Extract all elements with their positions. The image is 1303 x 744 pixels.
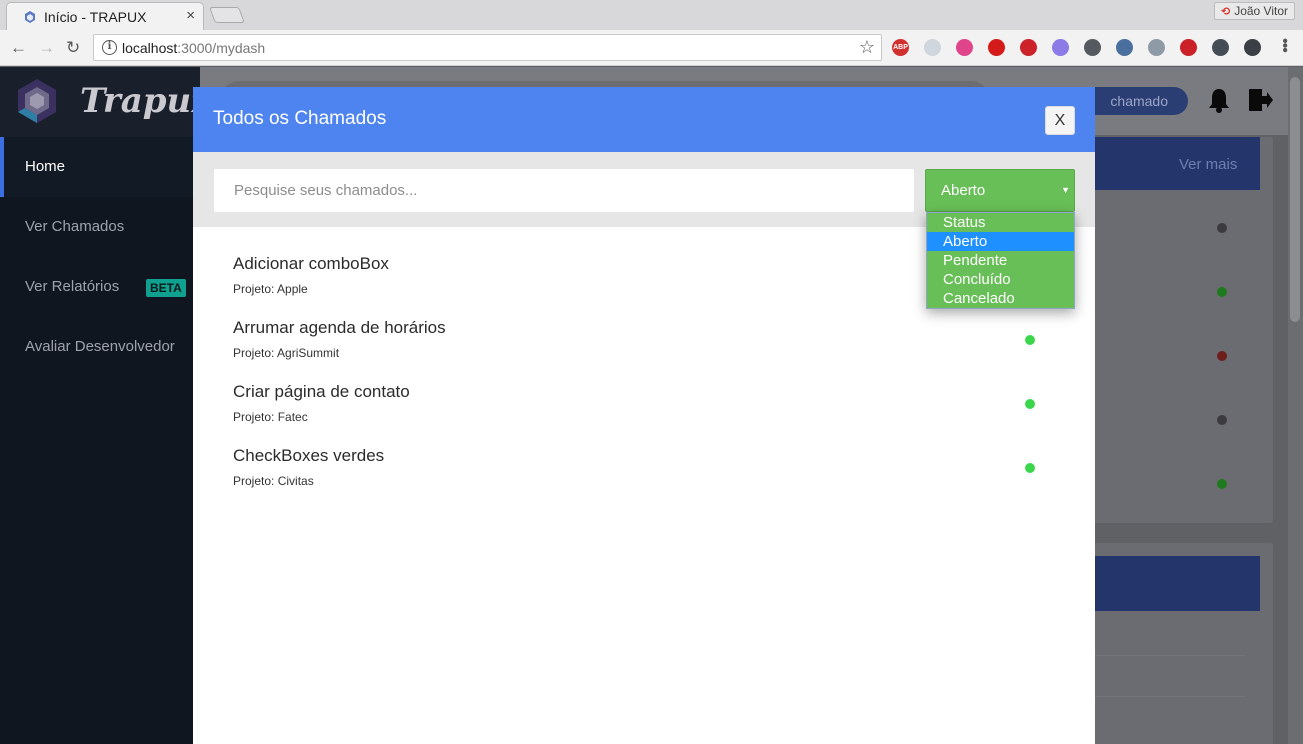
sidebar-item-ver-relatorios[interactable]: Ver Relatórios BETA <box>0 257 200 317</box>
eyedropper-icon[interactable] <box>1116 39 1133 56</box>
ticket-status-dot <box>1025 399 1035 409</box>
ticket-row[interactable]: Arrumar agenda de horários Projeto: AgriS… <box>233 318 1053 368</box>
new-tab-button[interactable] <box>209 7 245 23</box>
browser-toolbar: ← → ↻ i localhost:3000/mydash ☆ ABP ••• <box>0 30 1303 66</box>
status-option[interactable]: Status <box>927 213 1074 232</box>
bug-icon[interactable] <box>1212 39 1229 56</box>
all-tickets-modal: Todos os Chamados X Aberto ▼ Adicionar c… <box>193 87 1095 744</box>
status-filter-select[interactable]: Aberto ▼ <box>925 169 1075 212</box>
ticket-row[interactable]: CheckBoxes verdes Projeto: Civitas <box>233 446 1053 496</box>
reload-icon[interactable]: ↻ <box>66 38 80 58</box>
ticket-title: CheckBoxes verdes <box>233 446 385 465</box>
pocket-icon[interactable] <box>1084 39 1101 56</box>
status-dot <box>1217 415 1227 425</box>
profile-icon: ⟲ <box>1220 5 1231 18</box>
select-caret-icon: ▼ <box>1061 185 1070 195</box>
sidebar-item-avaliar-desenvolvedor[interactable]: Avaliar Desenvolvedor <box>0 317 200 377</box>
site-info-icon[interactable]: i <box>102 40 117 55</box>
sidebar-header: Trapux <box>0 67 212 137</box>
profile-button[interactable]: ⟲ João Vitor <box>1213 2 1295 20</box>
lastpass-icon[interactable] <box>1020 39 1037 56</box>
divider <box>1095 655 1245 656</box>
sidebar-item-home[interactable]: Home <box>0 137 200 197</box>
status-dot <box>1217 223 1227 233</box>
ticket-search-input[interactable] <box>214 169 914 212</box>
notification-bell-icon[interactable] <box>1208 87 1230 113</box>
status-select-value: Aberto <box>941 182 986 199</box>
recent-tickets-card <box>1085 137 1273 523</box>
logout-icon[interactable] <box>1247 87 1273 113</box>
sidebar-item-label: Avaliar Desenvolvedor <box>25 338 175 355</box>
second-card-header <box>1085 556 1260 611</box>
status-dropdown-list: Status Aberto Pendente Concluído Cancelado <box>926 212 1075 309</box>
ticket-status-dot <box>1025 335 1035 345</box>
status-dot <box>1217 287 1227 297</box>
ticket-project: Projeto: Fatec <box>233 410 308 424</box>
ver-mais-link[interactable]: Ver mais <box>1179 156 1237 173</box>
adblock-icon[interactable]: ABP <box>892 39 909 56</box>
bookmark-star-icon[interactable]: ☆ <box>859 37 875 58</box>
trapux-favicon-icon <box>25 11 35 23</box>
clipboard-icon[interactable] <box>1052 39 1069 56</box>
status-option[interactable]: Cancelado <box>927 289 1074 308</box>
divider <box>1095 696 1245 697</box>
status-dot <box>1217 479 1227 489</box>
url-text: localhost:3000/mydash <box>122 40 266 56</box>
ticket-title: Arrumar agenda de horários <box>233 318 446 337</box>
page-scrollbar-thumb[interactable] <box>1290 77 1300 322</box>
ticket-project: Projeto: Civitas <box>233 474 314 488</box>
forward-arrow-icon[interactable]: → <box>38 38 55 58</box>
status-option[interactable]: Aberto <box>927 232 1074 251</box>
status-option[interactable]: Concluído <box>927 270 1074 289</box>
ticket-title: Adicionar comboBox <box>233 254 389 273</box>
ticket-status-dot <box>1025 463 1035 473</box>
ticket-title: Criar página de contato <box>233 382 410 401</box>
color-wheel-icon[interactable] <box>956 39 973 56</box>
sidebar-item-label: Ver Chamados <box>25 218 125 235</box>
close-modal-button[interactable]: X <box>1045 106 1075 135</box>
beta-badge: BETA <box>146 279 186 297</box>
back-arrow-icon[interactable]: ← <box>10 38 27 58</box>
opera-icon[interactable] <box>988 39 1005 56</box>
address-bar[interactable]: i localhost:3000/mydash ☆ <box>93 34 882 61</box>
download-icon[interactable] <box>1148 39 1165 56</box>
ticket-row[interactable]: Criar página de contato Projeto: Fatec <box>233 382 1053 432</box>
browser-tab[interactable]: Início - TRAPUX × <box>6 2 204 30</box>
modal-header: Todos os Chamados X <box>193 87 1095 152</box>
ticket-project: Projeto: AgriSummit <box>233 346 340 360</box>
pinterest-icon[interactable] <box>1180 39 1197 56</box>
trapux-logo-icon <box>18 79 56 123</box>
sidebar-item-label: Home <box>25 158 66 175</box>
shield-icon[interactable] <box>1244 39 1261 56</box>
tab-title: Início - TRAPUX <box>44 9 147 25</box>
browser-menu-icon[interactable]: ••• <box>1275 38 1293 52</box>
logo-text: Trapux <box>80 81 212 121</box>
tab-close-icon[interactable]: × <box>186 7 195 24</box>
status-dot <box>1217 351 1227 361</box>
ticket-project: Projeto: Apple <box>233 282 308 296</box>
pen-icon[interactable] <box>924 39 941 56</box>
status-option[interactable]: Pendente <box>927 251 1074 270</box>
sidebar-item-label: Ver Relatórios <box>25 278 120 295</box>
sidebar: Trapux Home Ver Chamados Ver Relatórios … <box>0 67 212 744</box>
modal-title: Todos os Chamados <box>213 108 387 129</box>
browser-tabstrip: Início - TRAPUX × ⟲ João Vitor <box>0 0 1303 30</box>
sidebar-item-ver-chamados[interactable]: Ver Chamados <box>0 197 200 257</box>
profile-name: João Vitor <box>1234 4 1288 18</box>
